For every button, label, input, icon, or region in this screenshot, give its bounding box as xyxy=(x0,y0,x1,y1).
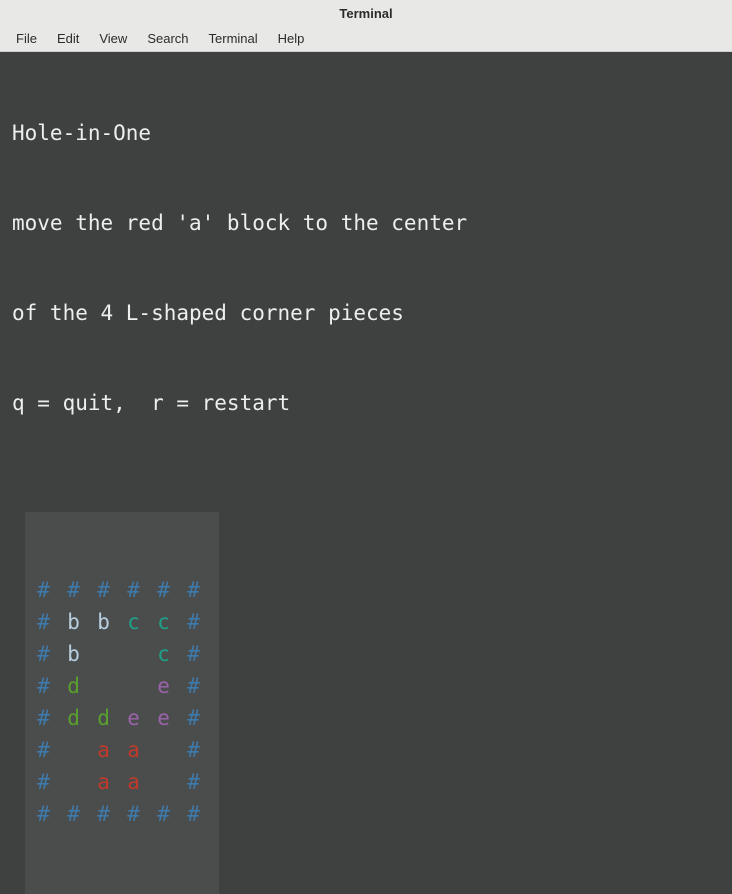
board-cell: # xyxy=(157,798,187,830)
board-cell: d xyxy=(97,702,127,734)
board-cell: e xyxy=(127,702,157,734)
menubar: File Edit View Search Terminal Help xyxy=(0,26,732,52)
board-cell: # xyxy=(127,574,157,606)
board-cell: a xyxy=(97,766,127,798)
terminal-output[interactable]: Hole-in-One move the red 'a' block to th… xyxy=(0,52,732,894)
board-cell: # xyxy=(37,734,67,766)
board-cell: # xyxy=(97,798,127,830)
board-row: # aa # xyxy=(37,734,217,766)
board-row: #bbcc# xyxy=(37,606,217,638)
board-cell: # xyxy=(187,702,217,734)
board-cell: d xyxy=(67,702,97,734)
board-cell xyxy=(97,638,127,670)
board-cell: # xyxy=(187,606,217,638)
board-cell xyxy=(157,734,187,766)
board-row: #b c# xyxy=(37,638,217,670)
menu-view[interactable]: View xyxy=(89,28,137,49)
game-board: #######bbcc##b c##d e##ddee## aa ## aa #… xyxy=(37,574,217,830)
board-cell: # xyxy=(187,766,217,798)
board-cell: # xyxy=(187,798,217,830)
game-board-background: #######bbcc##b c##d e##ddee## aa ## aa #… xyxy=(25,512,219,894)
board-cell: # xyxy=(187,638,217,670)
board-cell: # xyxy=(37,574,67,606)
board-cell: # xyxy=(187,734,217,766)
board-cell: # xyxy=(37,798,67,830)
board-cell: # xyxy=(37,638,67,670)
menu-search[interactable]: Search xyxy=(137,28,198,49)
board-cell: # xyxy=(37,702,67,734)
board-row: #d e# xyxy=(37,670,217,702)
board-cell: # xyxy=(187,670,217,702)
board-cell: # xyxy=(37,766,67,798)
menu-edit[interactable]: Edit xyxy=(47,28,89,49)
board-cell xyxy=(127,638,157,670)
board-cell: b xyxy=(97,606,127,638)
board-cell xyxy=(127,670,157,702)
board-cell xyxy=(97,670,127,702)
menu-help[interactable]: Help xyxy=(268,28,315,49)
board-cell: d xyxy=(67,670,97,702)
board-cell: # xyxy=(187,574,217,606)
board-cell: # xyxy=(37,670,67,702)
board-row: ###### xyxy=(37,574,217,606)
board-cell xyxy=(67,766,97,798)
board-cell: e xyxy=(157,702,187,734)
board-cell: # xyxy=(67,798,97,830)
board-cell: b xyxy=(67,606,97,638)
board-cell: e xyxy=(157,670,187,702)
game-instruction-1: move the red 'a' block to the center xyxy=(12,208,722,238)
window-title: Terminal xyxy=(339,6,392,21)
board-row: ###### xyxy=(37,798,217,830)
board-cell: # xyxy=(127,798,157,830)
menu-file[interactable]: File xyxy=(6,28,47,49)
board-cell xyxy=(67,734,97,766)
board-cell: # xyxy=(97,574,127,606)
game-title: Hole-in-One xyxy=(12,118,722,148)
menu-terminal[interactable]: Terminal xyxy=(199,28,268,49)
board-cell: # xyxy=(37,606,67,638)
board-cell: a xyxy=(127,766,157,798)
board-cell xyxy=(157,766,187,798)
game-keys: q = quit, r = restart xyxy=(12,388,722,418)
board-cell: c xyxy=(157,638,187,670)
board-cell: a xyxy=(97,734,127,766)
board-cell: b xyxy=(67,638,97,670)
board-row: # aa # xyxy=(37,766,217,798)
board-row: #ddee# xyxy=(37,702,217,734)
board-cell: c xyxy=(127,606,157,638)
board-cell: a xyxy=(127,734,157,766)
board-cell: # xyxy=(67,574,97,606)
board-cell: c xyxy=(157,606,187,638)
game-instruction-2: of the 4 L-shaped corner pieces xyxy=(12,298,722,328)
window-titlebar: Terminal xyxy=(0,0,732,26)
board-cell: # xyxy=(157,574,187,606)
